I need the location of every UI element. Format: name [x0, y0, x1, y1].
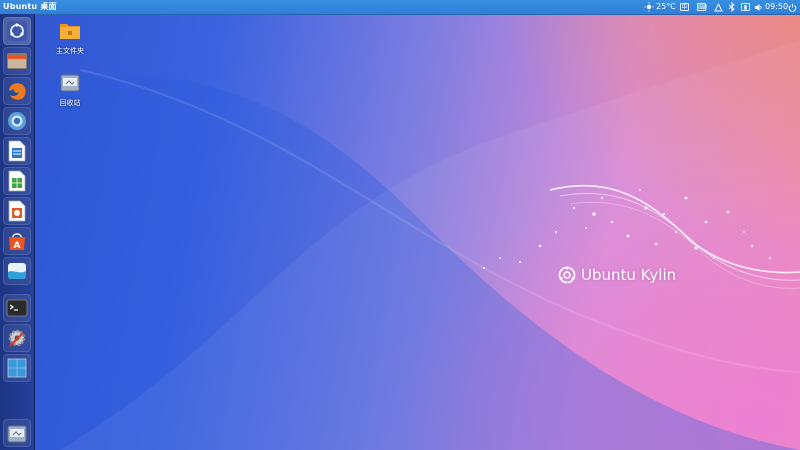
libreoffice-writer-icon [8, 140, 26, 162]
svg-text:A: A [14, 241, 21, 251]
assistant-icon [8, 263, 26, 279]
top-panel: Ubuntu 桌面 25°C 中 ⌨ ▮ 09:50 [0, 0, 800, 15]
launcher-item-files[interactable] [3, 47, 31, 75]
launcher-item-terminal[interactable] [3, 294, 31, 322]
power-icon [788, 3, 797, 12]
launcher-item-chromium[interactable] [3, 107, 31, 135]
libreoffice-calc-icon [8, 170, 26, 192]
firefox-icon [8, 82, 26, 100]
sun-icon [644, 2, 654, 12]
launcher-item-kylin-assistant[interactable] [3, 257, 31, 285]
input-method-indicator[interactable]: 中 [680, 0, 689, 14]
launcher-item-impress[interactable] [3, 197, 31, 225]
bluetooth-indicator[interactable] [728, 0, 736, 14]
home-folder-icon [60, 24, 80, 39]
keyboard-indicator[interactable]: ⌨ [697, 0, 707, 14]
launcher-item-calc[interactable] [3, 167, 31, 195]
clock-time: 09:50 [765, 2, 789, 11]
launcher-item-system-settings[interactable] [3, 324, 31, 352]
desktop-icon-trash[interactable]: 回收站 [48, 72, 92, 108]
launcher-item-dash-home[interactable] [3, 17, 31, 45]
launcher-item-firefox[interactable] [3, 77, 31, 105]
keyboard-icon: ⌨ [697, 3, 707, 11]
launcher-item-trash[interactable] [3, 419, 31, 447]
workspace-icon [7, 358, 27, 378]
terminal-icon [6, 299, 28, 317]
launcher-item-software-center[interactable]: A [3, 227, 31, 255]
logo-text: Ubuntu Kylin [581, 266, 677, 284]
launcher: A [0, 14, 35, 450]
clock[interactable]: 09:50 [765, 0, 788, 14]
wallpaper-waves [0, 40, 800, 450]
bluetooth-icon [728, 2, 735, 12]
input-method-icon: 中 [680, 3, 689, 11]
launcher-item-writer[interactable] [3, 137, 31, 165]
trash-icon [60, 74, 80, 92]
libreoffice-impress-icon [8, 200, 26, 222]
desktop-background[interactable]: 主文件夹 回收站 Ubuntu Kylin [0, 0, 800, 450]
desktop-icon-label: 主文件夹 [56, 47, 84, 55]
browser-icon [8, 112, 26, 130]
ubuntu-kylin-logo: Ubuntu Kylin [558, 266, 676, 284]
desktop-icon-label: 回收站 [59, 99, 81, 107]
settings-icon [8, 329, 26, 347]
session-indicator[interactable] [788, 0, 797, 14]
software-center-icon: A [9, 233, 25, 251]
battery-indicator[interactable]: ▮ [741, 0, 750, 14]
network-indicator[interactable] [714, 0, 723, 14]
battery-icon: ▮ [741, 3, 750, 11]
trash-icon [7, 425, 27, 443]
volume-indicator[interactable] [754, 0, 763, 14]
ubuntu-logo-icon [7, 21, 27, 41]
panel-title: Ubuntu 桌面 [3, 2, 57, 11]
launcher-item-workspace[interactable] [3, 354, 31, 382]
network-icon [714, 2, 723, 11]
file-manager-icon [7, 53, 27, 69]
weather-text: 25°C [656, 2, 676, 11]
volume-icon [755, 3, 762, 11]
ubuntu-logo-icon [558, 266, 576, 284]
weather-indicator[interactable]: 25°C [644, 0, 676, 14]
desktop-icon-home-folder[interactable]: 主文件夹 [48, 20, 92, 56]
